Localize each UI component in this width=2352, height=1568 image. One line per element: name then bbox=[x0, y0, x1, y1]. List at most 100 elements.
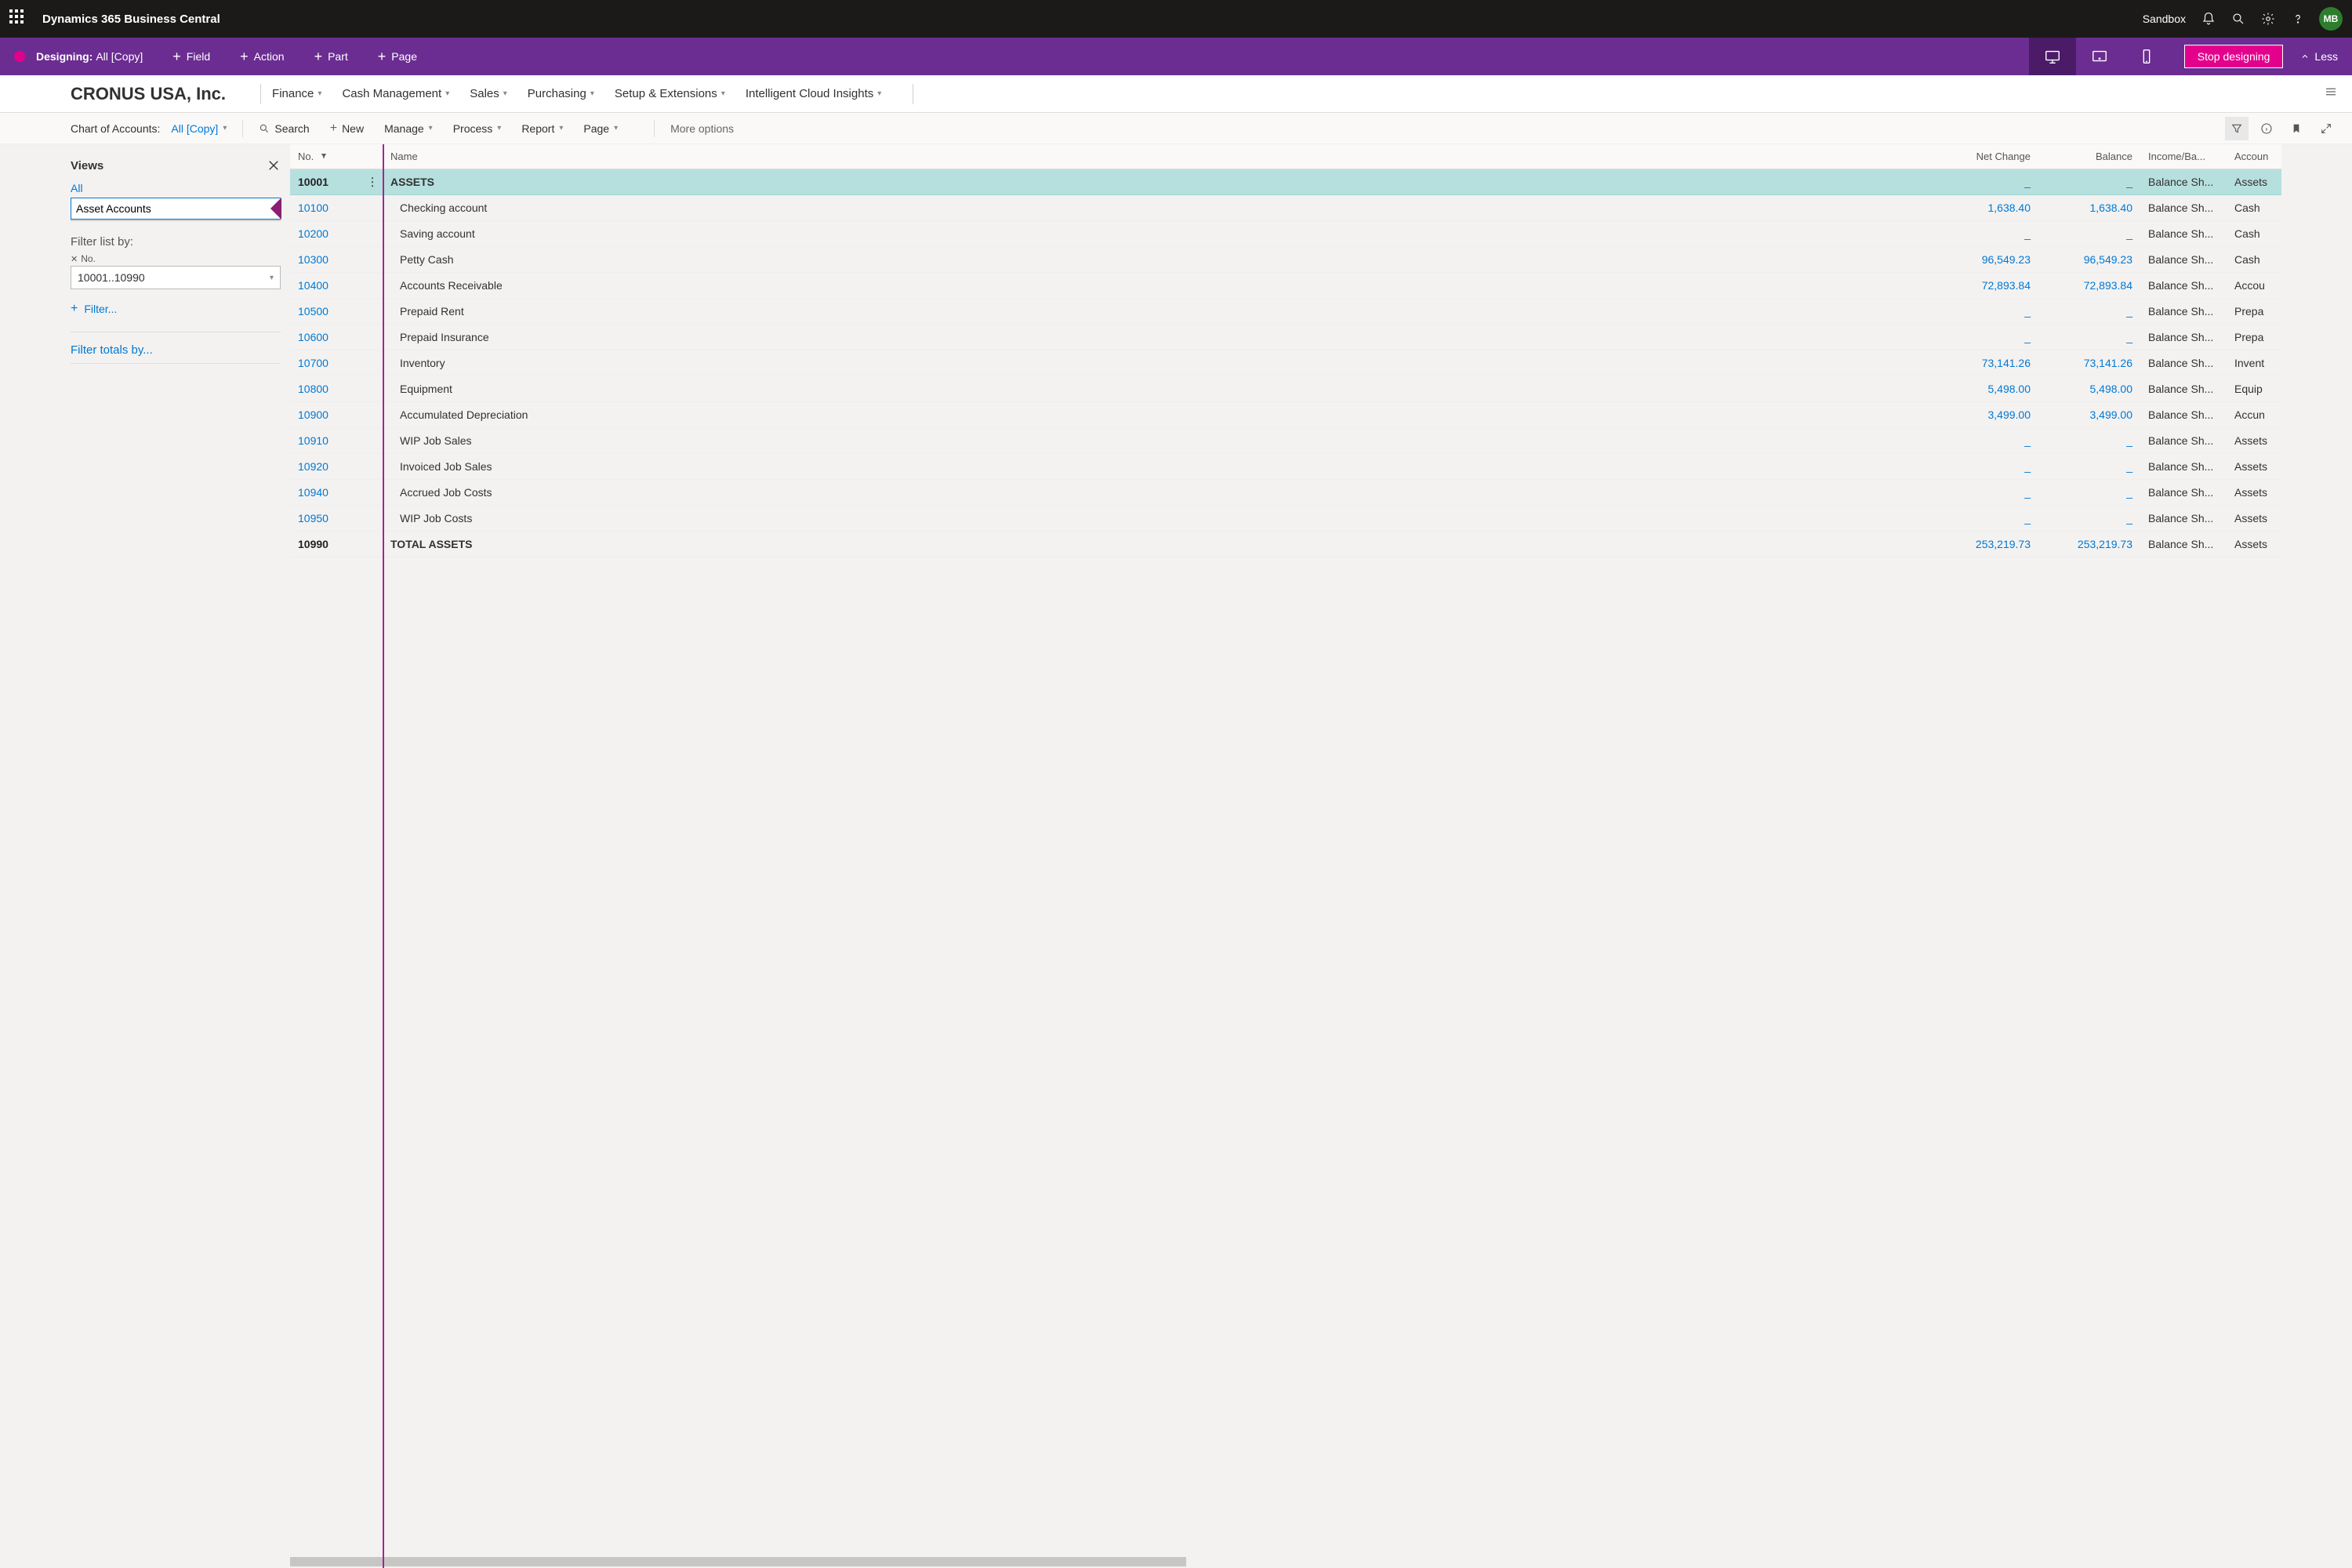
device-tablet-button[interactable] bbox=[2076, 38, 2123, 75]
cell-netchange[interactable]: 72,893.84 bbox=[1936, 273, 2038, 299]
cell-balance[interactable]: _ bbox=[2038, 169, 2140, 195]
help-icon[interactable] bbox=[2291, 12, 2305, 26]
close-views-icon[interactable] bbox=[267, 158, 281, 172]
table-row[interactable]: 10940Accrued Job Costs__Balance Sh...Ass… bbox=[290, 480, 2281, 506]
nav-item[interactable]: Finance▾ bbox=[272, 87, 321, 100]
table-row[interactable]: 10700Inventory73,141.2673,141.26Balance … bbox=[290, 350, 2281, 376]
table-row[interactable]: 10001⋮ASSETS__Balance Sh...Assets bbox=[290, 169, 2281, 195]
page-menu[interactable]: Page▾ bbox=[583, 122, 618, 135]
nav-item[interactable]: Purchasing▾ bbox=[528, 87, 594, 100]
search-icon[interactable] bbox=[2231, 12, 2245, 26]
cell-netchange[interactable]: _ bbox=[1936, 506, 2038, 532]
table-row[interactable]: 10950WIP Job Costs__Balance Sh...Assets bbox=[290, 506, 2281, 532]
cell-netchange[interactable]: 253,219.73 bbox=[1936, 532, 2038, 557]
expand-icon[interactable] bbox=[2314, 117, 2338, 140]
table-row[interactable]: 10400Accounts Receivable72,893.8472,893.… bbox=[290, 273, 2281, 299]
table-row[interactable]: 10990TOTAL ASSETS253,219.73253,219.73Bal… bbox=[290, 532, 2281, 557]
cell-balance[interactable]: _ bbox=[2038, 299, 2140, 325]
cell-netchange[interactable]: _ bbox=[1936, 480, 2038, 506]
cell-no[interactable]: 10500 bbox=[290, 299, 383, 325]
new-button[interactable]: +New bbox=[330, 122, 364, 136]
cell-balance[interactable]: _ bbox=[2038, 506, 2140, 532]
cell-netchange[interactable]: 3,499.00 bbox=[1936, 402, 2038, 428]
cell-no[interactable]: 10100 bbox=[290, 195, 383, 221]
device-desktop-button[interactable] bbox=[2029, 38, 2076, 75]
cell-balance[interactable]: _ bbox=[2038, 480, 2140, 506]
horizontal-scrollbar[interactable] bbox=[290, 1557, 2281, 1566]
cell-balance[interactable]: 5,498.00 bbox=[2038, 376, 2140, 402]
add-field-button[interactable]: +Field bbox=[172, 49, 210, 65]
cell-balance[interactable]: _ bbox=[2038, 221, 2140, 247]
nav-item[interactable]: Setup & Extensions▾ bbox=[615, 87, 725, 100]
process-menu[interactable]: Process▾ bbox=[453, 122, 502, 135]
stop-designing-button[interactable]: Stop designing bbox=[2184, 45, 2284, 68]
add-part-button[interactable]: +Part bbox=[314, 49, 348, 65]
apps-icon[interactable] bbox=[9, 9, 28, 28]
cell-balance[interactable]: 72,893.84 bbox=[2038, 273, 2140, 299]
cell-no[interactable]: 10950 bbox=[290, 506, 383, 532]
col-header-name[interactable]: Name bbox=[383, 144, 1936, 169]
cell-no[interactable]: 10001⋮ bbox=[290, 169, 383, 195]
table-row[interactable]: 10100Checking account1,638.401,638.40Bal… bbox=[290, 195, 2281, 221]
notifications-icon[interactable] bbox=[2201, 12, 2216, 26]
table-row[interactable]: 10600Prepaid Insurance__Balance Sh...Pre… bbox=[290, 325, 2281, 350]
cell-no[interactable]: 10910 bbox=[290, 428, 383, 454]
filter-value-select[interactable]: 10001..10990 ▾ bbox=[71, 266, 281, 289]
nav-item[interactable]: Cash Management▾ bbox=[342, 87, 449, 100]
info-icon[interactable] bbox=[2255, 117, 2278, 140]
cell-balance[interactable]: 1,638.40 bbox=[2038, 195, 2140, 221]
scrollbar-thumb[interactable] bbox=[290, 1557, 1186, 1566]
cell-no[interactable]: 10300 bbox=[290, 247, 383, 273]
cell-balance[interactable]: _ bbox=[2038, 325, 2140, 350]
table-row[interactable]: 10910WIP Job Sales__Balance Sh...Assets bbox=[290, 428, 2281, 454]
col-header-account[interactable]: Accoun bbox=[2227, 144, 2281, 169]
cell-balance[interactable]: 96,549.23 bbox=[2038, 247, 2140, 273]
cell-no[interactable]: 10700 bbox=[290, 350, 383, 376]
nav-item[interactable]: Sales▾ bbox=[470, 87, 507, 100]
cell-netchange[interactable]: _ bbox=[1936, 428, 2038, 454]
cell-balance[interactable]: 3,499.00 bbox=[2038, 402, 2140, 428]
add-filter-button[interactable]: +Filter... bbox=[71, 300, 281, 318]
cell-no[interactable]: 10900 bbox=[290, 402, 383, 428]
avatar[interactable]: MB bbox=[2319, 7, 2343, 31]
table-row[interactable]: 10200Saving account__Balance Sh...Cash bbox=[290, 221, 2281, 247]
cell-no[interactable]: 10920 bbox=[290, 454, 383, 480]
add-page-button[interactable]: +Page bbox=[378, 49, 417, 65]
cell-netchange[interactable]: _ bbox=[1936, 325, 2038, 350]
table-row[interactable]: 10920Invoiced Job Sales__Balance Sh...As… bbox=[290, 454, 2281, 480]
filter-totals-button[interactable]: Filter totals by... bbox=[71, 343, 281, 364]
manage-menu[interactable]: Manage▾ bbox=[384, 122, 433, 135]
cell-no[interactable]: 10990 bbox=[290, 532, 383, 557]
report-menu[interactable]: Report▾ bbox=[521, 122, 563, 135]
nav-item[interactable]: Intelligent Cloud Insights▾ bbox=[746, 87, 881, 100]
cell-netchange[interactable]: 73,141.26 bbox=[1936, 350, 2038, 376]
cell-no[interactable]: 10600 bbox=[290, 325, 383, 350]
less-button[interactable]: Less bbox=[2300, 50, 2338, 63]
cell-netchange[interactable]: _ bbox=[1936, 221, 2038, 247]
view-name-input[interactable] bbox=[71, 198, 281, 220]
table-row[interactable]: 10500Prepaid Rent__Balance Sh...Prepa bbox=[290, 299, 2281, 325]
cell-netchange[interactable]: _ bbox=[1936, 169, 2038, 195]
col-header-incomebalance[interactable]: Income/Ba... bbox=[2140, 144, 2227, 169]
cell-balance[interactable]: 73,141.26 bbox=[2038, 350, 2140, 376]
table-row[interactable]: 10300Petty Cash96,549.2396,549.23Balance… bbox=[290, 247, 2281, 273]
cell-balance[interactable]: _ bbox=[2038, 454, 2140, 480]
view-all-link[interactable]: All bbox=[71, 180, 281, 196]
search-button[interactable]: Search bbox=[259, 122, 309, 135]
device-phone-button[interactable] bbox=[2123, 38, 2170, 75]
bookmark-icon[interactable] bbox=[2285, 117, 2308, 140]
current-view-chip[interactable]: All [Copy]▾ bbox=[171, 122, 227, 135]
col-header-balance[interactable]: Balance bbox=[2038, 144, 2140, 169]
cell-no[interactable]: 10800 bbox=[290, 376, 383, 402]
cell-netchange[interactable]: 1,638.40 bbox=[1936, 195, 2038, 221]
cell-netchange[interactable]: _ bbox=[1936, 299, 2038, 325]
cell-balance[interactable]: 253,219.73 bbox=[2038, 532, 2140, 557]
gear-icon[interactable] bbox=[2261, 12, 2275, 26]
table-row[interactable]: 10900Accumulated Depreciation3,499.003,4… bbox=[290, 402, 2281, 428]
overflow-menu-icon[interactable] bbox=[2324, 85, 2338, 103]
cell-no[interactable]: 10400 bbox=[290, 273, 383, 299]
more-options-button[interactable]: More options bbox=[670, 122, 734, 135]
add-action-button[interactable]: +Action bbox=[240, 49, 284, 65]
table-row[interactable]: 10800Equipment5,498.005,498.00Balance Sh… bbox=[290, 376, 2281, 402]
company-name[interactable]: CRONUS USA, Inc. bbox=[71, 84, 226, 104]
